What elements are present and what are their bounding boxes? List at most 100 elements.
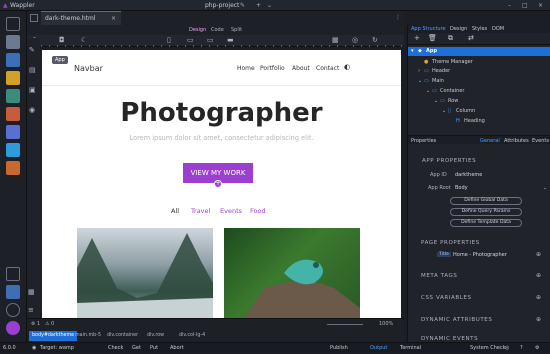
help-icon[interactable]: ?: [520, 343, 523, 354]
nav-link-home[interactable]: Home: [237, 65, 255, 72]
dynamic-attributes-section[interactable]: DYNAMIC ATTRIBUTES: [421, 317, 492, 323]
system-check-button[interactable]: System Check: [470, 343, 506, 354]
get-button[interactable]: Get: [132, 343, 141, 354]
grid-view-icon[interactable]: ▦: [332, 36, 339, 44]
tab-dark-theme[interactable]: dark-theme.html ×: [41, 11, 121, 25]
crumb-body[interactable]: body#darktheme: [29, 331, 78, 341]
tree-label-main[interactable]: Main: [432, 77, 444, 86]
delete-icon[interactable]: 🗑: [428, 34, 437, 42]
css-variables-section[interactable]: CSS VARIABLES: [421, 295, 472, 301]
filter-all[interactable]: All: [171, 207, 179, 215]
mobile-icon[interactable]: ▯: [167, 36, 171, 44]
tree-item-app[interactable]: ▾ ◆ App: [408, 47, 550, 56]
preview-icon[interactable]: ◎: [352, 36, 358, 44]
design-canvas[interactable]: App Navbar Home Portfolio About Contact …: [42, 50, 401, 318]
warning-icon[interactable]: ⚠: [45, 321, 49, 327]
publish-button[interactable]: Publish: [330, 343, 348, 354]
filter-food[interactable]: Food: [250, 207, 266, 215]
tab-events[interactable]: Events: [532, 137, 549, 145]
crumb-main[interactable]: main.mb-5: [75, 330, 101, 342]
grid-icon[interactable]: [6, 17, 20, 31]
close-tab-icon[interactable]: ×: [111, 12, 116, 26]
camera-icon[interactable]: ◘: [59, 36, 65, 44]
add-element-icon[interactable]: +: [214, 180, 222, 188]
nav-link-contact[interactable]: Contact: [316, 65, 339, 72]
tree-label-column[interactable]: Column: [456, 107, 475, 116]
zoom-level[interactable]: 100%: [379, 321, 393, 327]
css-icon[interactable]: ▤: [29, 66, 36, 74]
target-select[interactable]: Target: wamp: [40, 343, 74, 354]
tree-label-container[interactable]: Container: [440, 87, 464, 96]
navbar-brand[interactable]: Navbar: [74, 64, 103, 73]
refresh-icon[interactable]: ↻: [372, 36, 378, 44]
tab-design[interactable]: Design: [450, 25, 467, 33]
chevron-down-icon[interactable]: ⌄: [418, 77, 422, 86]
edit-icon[interactable]: ✎: [240, 0, 245, 11]
theme-toggle-icon[interactable]: ◐: [344, 63, 350, 71]
minimize-icon[interactable]: –: [508, 0, 511, 11]
notification-icon[interactable]: ◎: [505, 343, 509, 354]
output-tab[interactable]: Output: [370, 343, 387, 354]
close-icon[interactable]: ×: [538, 0, 543, 11]
tab-general[interactable]: General: [480, 137, 500, 145]
tree-chevron-icon[interactable]: ▾: [411, 47, 414, 56]
tab-styles[interactable]: Styles: [472, 25, 487, 33]
mode-code[interactable]: Code: [211, 25, 224, 35]
copy-icon[interactable]: ⧉: [448, 34, 453, 43]
add-icon[interactable]: +: [256, 0, 261, 11]
image-icon[interactable]: ▣: [29, 86, 36, 94]
terminal-tab[interactable]: Terminal: [400, 343, 421, 354]
database-icon[interactable]: [6, 53, 20, 67]
define-query-params-button[interactable]: Define Query Params: [450, 208, 522, 216]
tablet-icon[interactable]: ▭: [187, 36, 194, 44]
library-icon[interactable]: [6, 143, 20, 157]
maximize-icon[interactable]: □: [522, 0, 528, 11]
mode-design[interactable]: Design: [189, 25, 206, 35]
add-icon[interactable]: +: [414, 34, 420, 42]
layers-icon[interactable]: [6, 35, 20, 49]
tree-label-heading[interactable]: Heading: [464, 117, 485, 126]
add-css-var-icon[interactable]: ⊕: [536, 294, 541, 301]
chevron-right-icon[interactable]: ›: [418, 67, 420, 76]
page-title-input[interactable]: Home - Photographer: [453, 252, 507, 258]
tab-attributes[interactable]: Attributes: [504, 137, 529, 145]
moon-icon[interactable]: ☾: [81, 36, 87, 44]
crumb-col[interactable]: div.col-lg-4: [179, 330, 205, 342]
settings-icon[interactable]: [6, 303, 20, 317]
chevron-down-icon[interactable]: ⌄: [267, 0, 272, 11]
tree-label-theme-manager[interactable]: Theme Manager: [432, 58, 473, 67]
mode-split[interactable]: Split: [231, 25, 242, 35]
define-template-data-button[interactable]: Define Template Data: [450, 219, 522, 227]
workflow-icon[interactable]: [6, 89, 20, 103]
dynamic-events-section[interactable]: DYNAMIC EVENTS: [421, 336, 478, 341]
desktop-icon[interactable]: ▬: [227, 36, 234, 44]
signpost-icon[interactable]: [6, 107, 20, 121]
user-avatar[interactable]: [6, 321, 20, 335]
tree-label-header[interactable]: Header: [432, 67, 450, 76]
crumb-container[interactable]: div.container: [107, 330, 138, 342]
target-icon[interactable]: ◉: [32, 343, 36, 354]
nav-link-portfolio[interactable]: Portfolio: [260, 65, 285, 72]
abort-button[interactable]: Abort: [170, 343, 184, 354]
pencil-icon[interactable]: ✎: [29, 46, 35, 54]
chevron-down-icon[interactable]: ⌄: [434, 97, 438, 106]
chevron-down-icon[interactable]: ⌄: [426, 87, 430, 96]
nav-link-about[interactable]: About: [292, 65, 310, 72]
layout-icon[interactable]: ▦: [28, 288, 35, 296]
eye-icon[interactable]: ◉: [29, 106, 35, 114]
git-icon[interactable]: [6, 285, 20, 299]
crumb-row[interactable]: div.row: [147, 330, 164, 342]
app-id-input[interactable]: darktheme: [455, 172, 482, 178]
check-button[interactable]: Check: [108, 343, 123, 354]
chevron-down-icon[interactable]: ⌄: [543, 185, 547, 191]
dynamic-data-icon[interactable]: ⊕: [536, 251, 541, 258]
filter-events[interactable]: Events: [220, 207, 242, 215]
list-icon[interactable]: ≡: [28, 306, 34, 314]
home-icon[interactable]: [30, 14, 38, 22]
filter-travel[interactable]: Travel: [191, 207, 210, 215]
tab-dom[interactable]: DOM: [492, 25, 504, 33]
document-icon[interactable]: [6, 161, 20, 175]
define-global-data-button[interactable]: Define Global Data: [450, 197, 522, 205]
tree-label-row[interactable]: Row: [448, 97, 458, 106]
add-dyn-attr-icon[interactable]: ⊕: [536, 316, 541, 323]
